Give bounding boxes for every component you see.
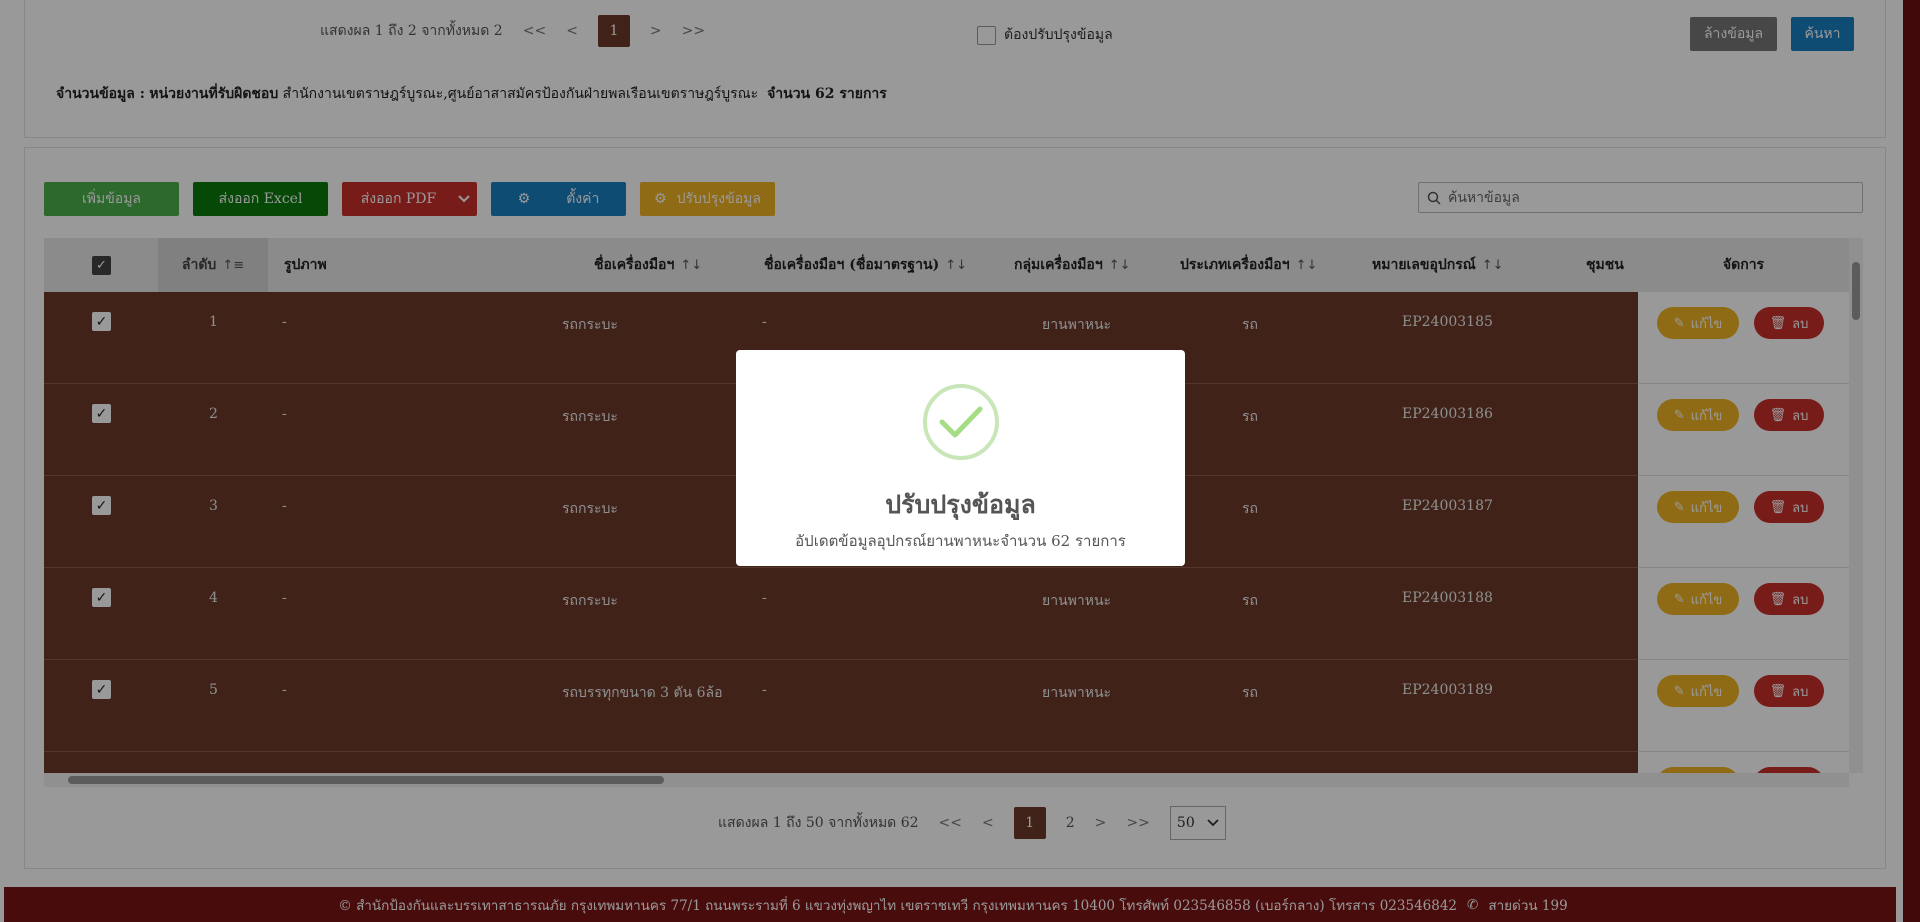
dialog-title: ปรับปรุงข้อมูล — [885, 490, 1036, 519]
success-dialog: ปรับปรุงข้อมูล อัปเดตข้อมูลอุปกรณ์ยานพาห… — [736, 350, 1185, 566]
dialog-message: อัปเดตข้อมูลอุปกรณ์ยานพาหนะจำนวน 62 รายก… — [795, 532, 1126, 550]
success-check-icon — [923, 384, 999, 460]
